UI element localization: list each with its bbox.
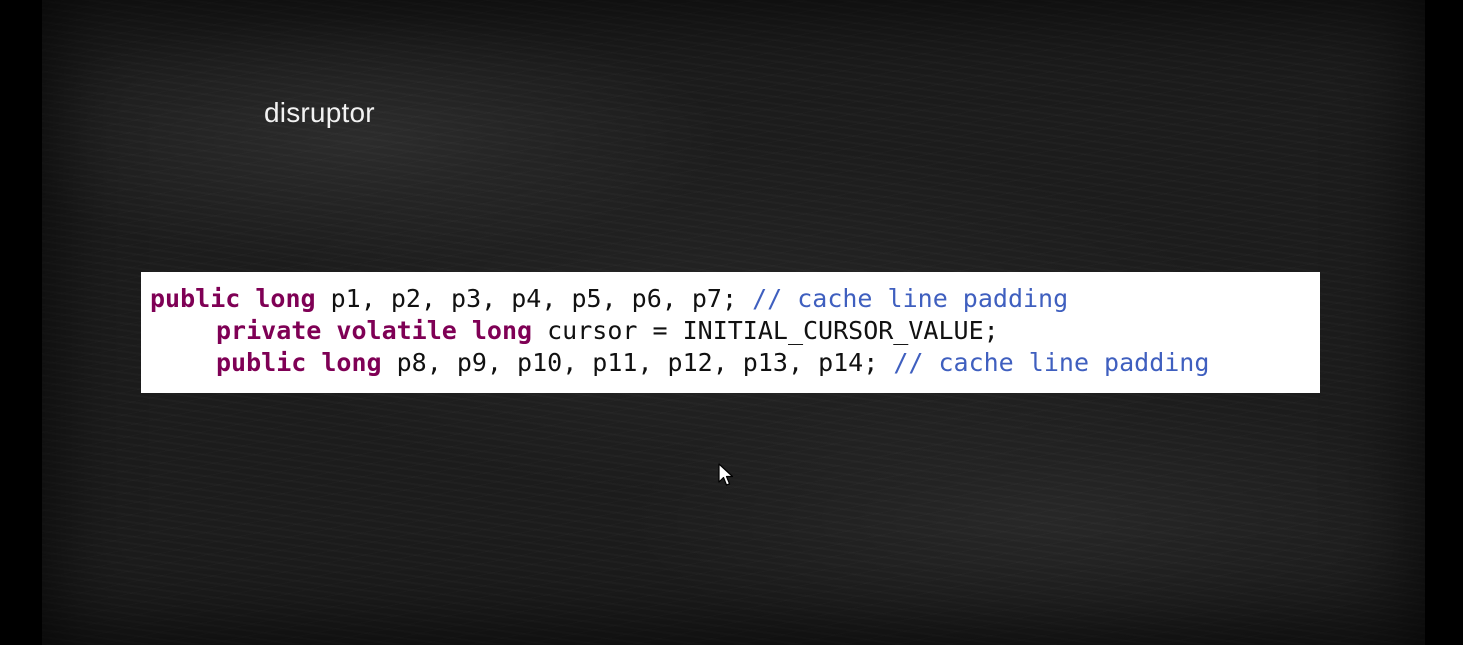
code-text: p1, p2, p3, p4, p5, p6, p7; xyxy=(315,284,753,313)
code-keyword: public long xyxy=(216,348,382,377)
code-snippet-box: public long p1, p2, p3, p4, p5, p6, p7; … xyxy=(141,272,1320,393)
code-comment: // cache line padding xyxy=(752,284,1069,313)
code-line-3: public long p8, p9, p10, p11, p12, p13, … xyxy=(150,347,1320,379)
code-line-2: private volatile long cursor = INITIAL_C… xyxy=(150,315,1320,347)
code-line-1: public long p1, p2, p3, p4, p5, p6, p7; … xyxy=(150,283,1320,315)
code-text: p8, p9, p10, p11, p12, p13, p14; xyxy=(381,348,894,377)
code-text: cursor = INITIAL_CURSOR_VALUE; xyxy=(532,316,999,345)
code-comment: // cache line padding xyxy=(893,348,1210,377)
code-keyword: public long xyxy=(150,284,316,313)
code-keyword: private volatile long xyxy=(216,316,533,345)
slide-title: disruptor xyxy=(264,97,375,128)
mouse-pointer-icon xyxy=(718,463,734,486)
